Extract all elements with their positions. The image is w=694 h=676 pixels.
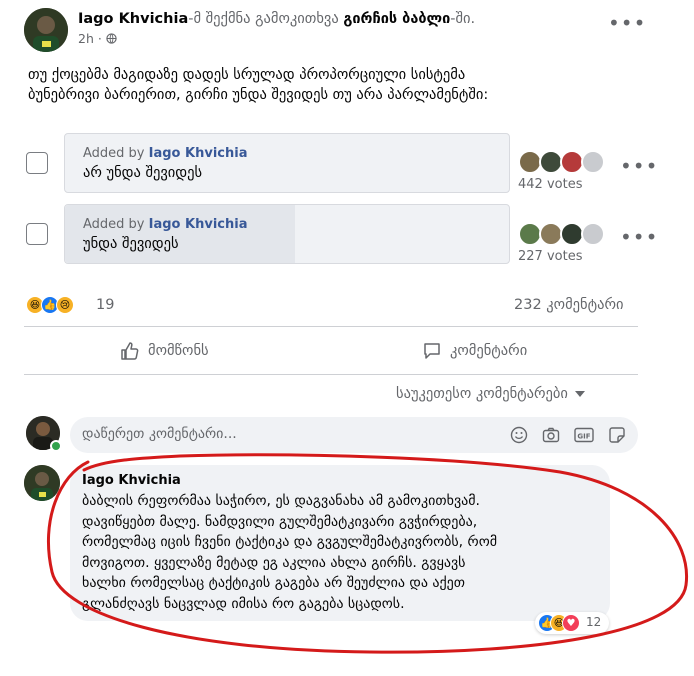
red-annotation-circle bbox=[47, 453, 689, 654]
